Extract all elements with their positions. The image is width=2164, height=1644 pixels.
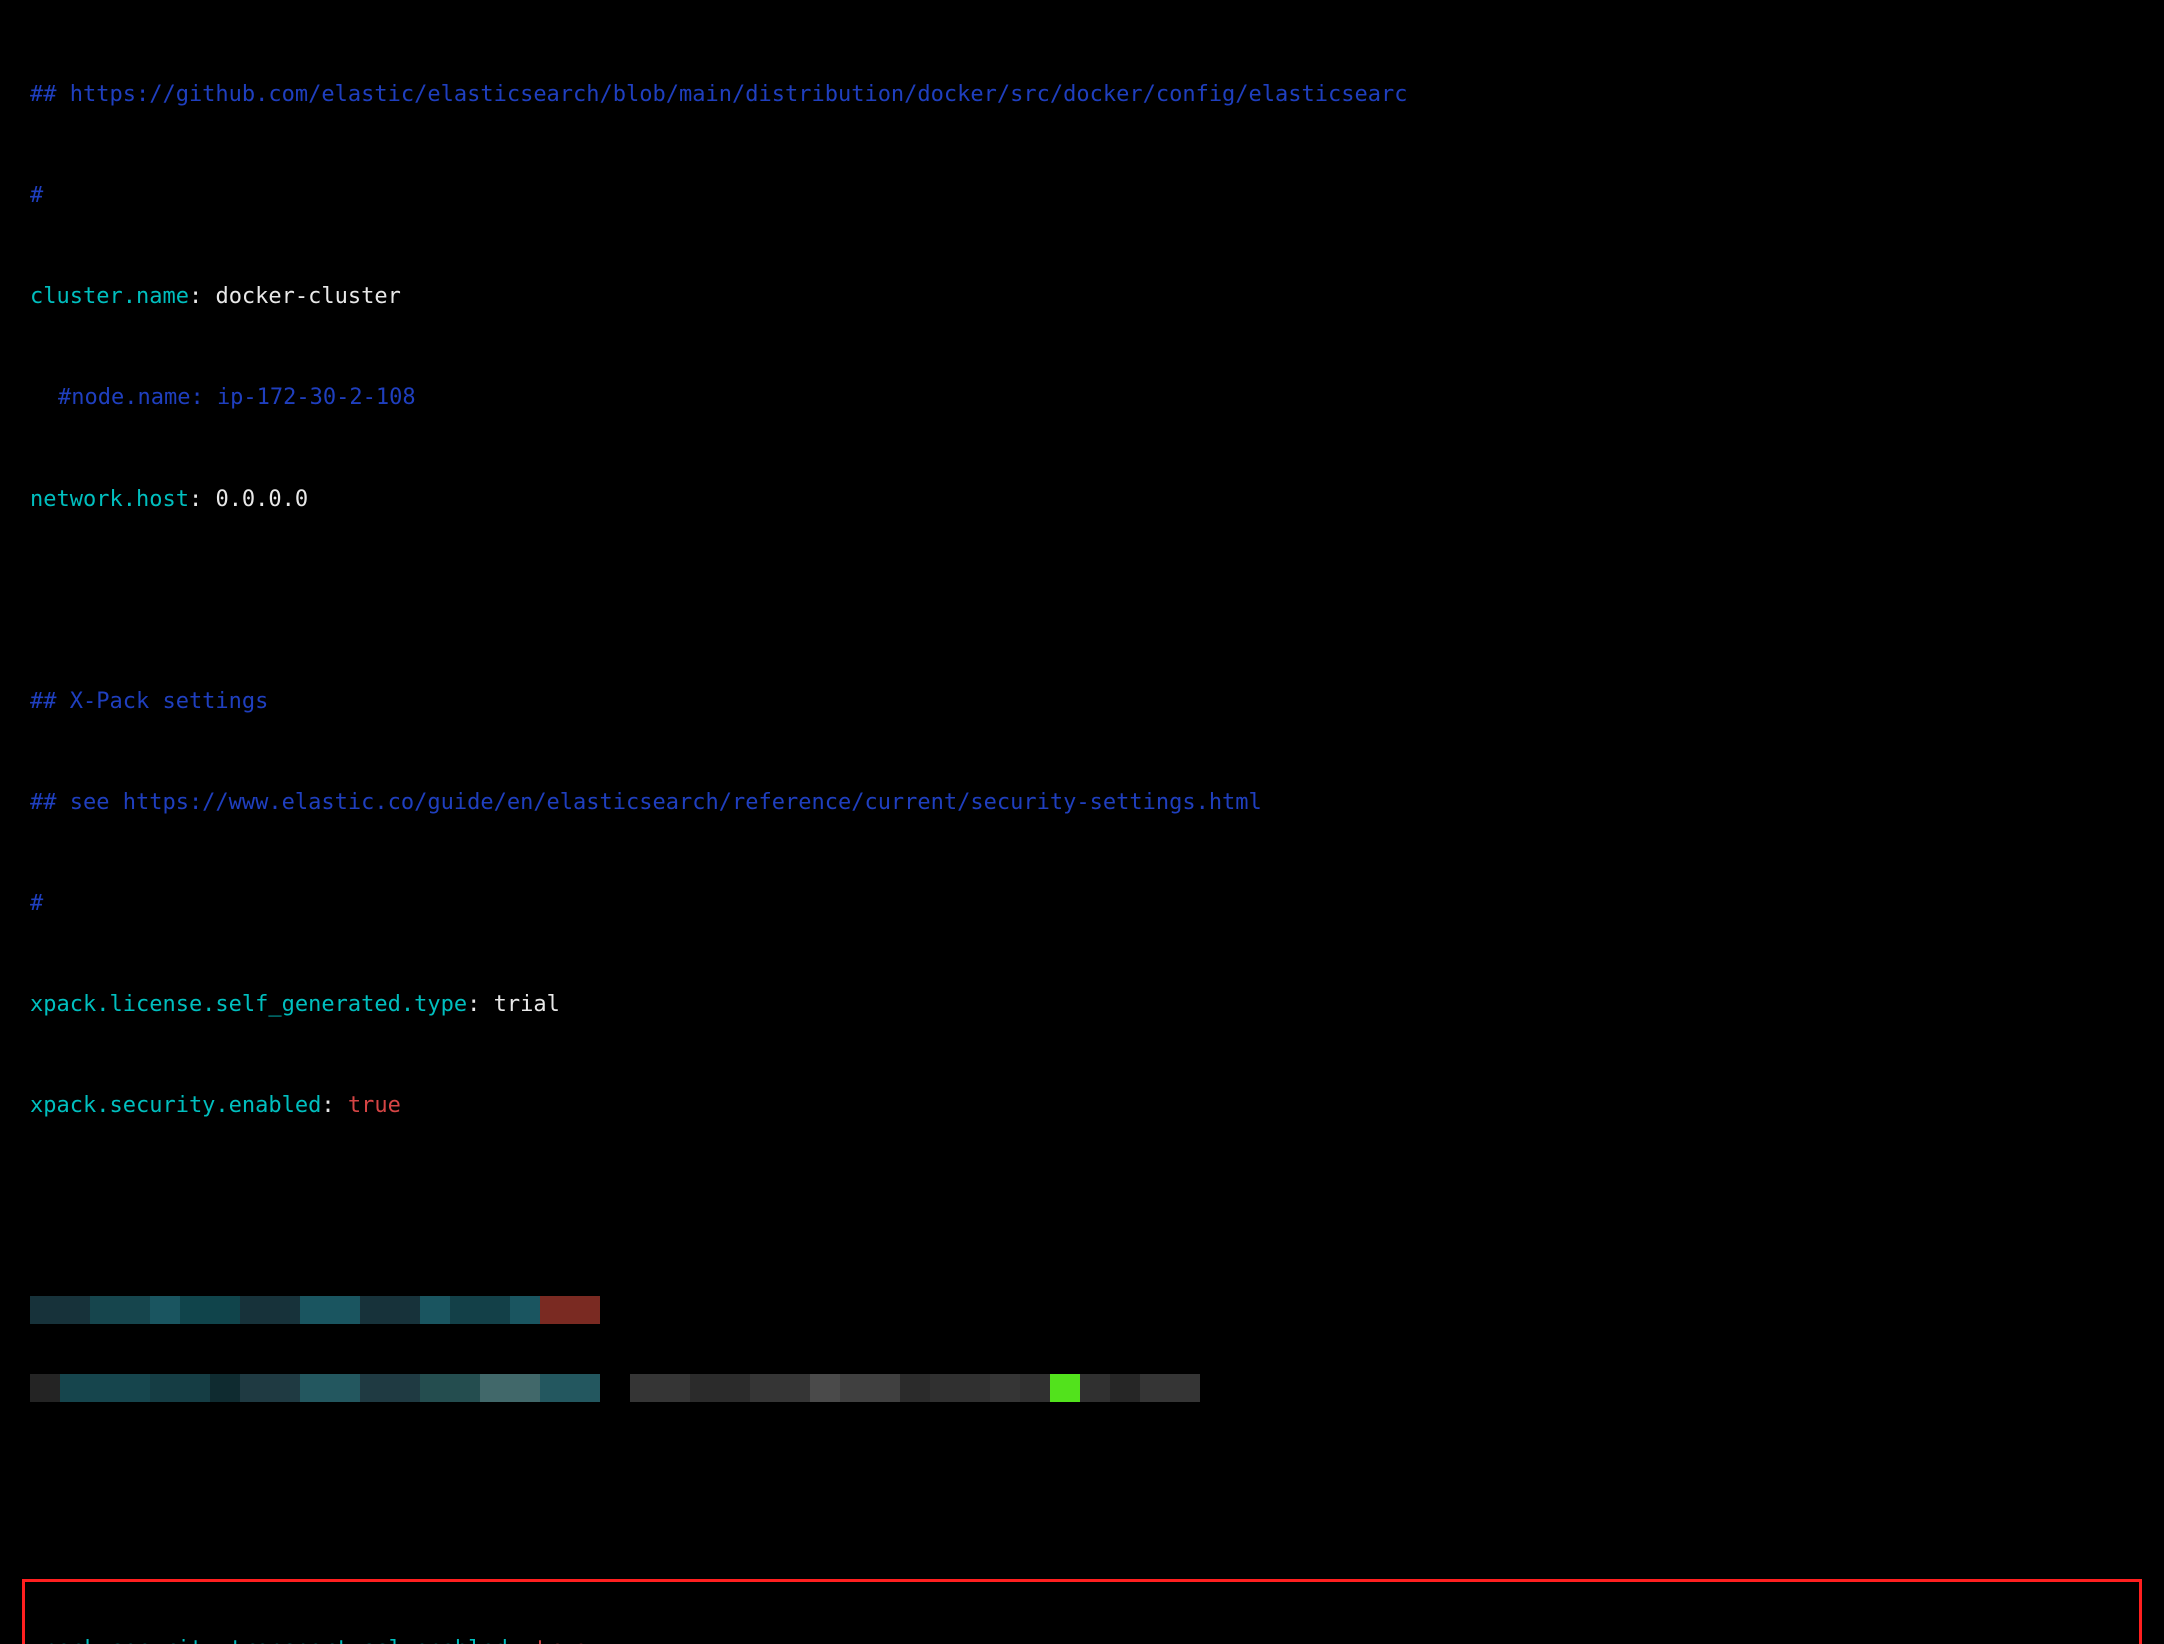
highlight-frame: xpack.security.transport.ssl.enabled: tr…	[22, 1579, 2142, 1644]
redacted-pixel	[540, 1296, 570, 1324]
redacted-pixel	[540, 1374, 570, 1402]
kv-line: network.host: 0.0.0.0	[0, 487, 2164, 512]
redacted-pixel	[120, 1374, 150, 1402]
redacted-pixel	[60, 1296, 90, 1324]
comment-text: ## https://github.com/elastic/elasticsea…	[30, 82, 1408, 107]
comment-line: #node.name: ip-172-30-2-108	[0, 385, 2164, 410]
comment-text: ## see https://www.elastic.co/guide/en/e…	[30, 790, 1262, 815]
comment-line: ## see https://www.elastic.co/guide/en/e…	[0, 790, 2164, 815]
yaml-value: : docker-cluster	[189, 284, 401, 309]
redacted-pixel	[300, 1296, 330, 1324]
redacted-pixel	[300, 1374, 330, 1402]
kv-line: xpack.security.transport.ssl.enabled: tr…	[31, 1637, 2133, 1644]
redacted-pixel	[210, 1296, 240, 1324]
config-terminal: ## https://github.com/elastic/elasticsea…	[0, 0, 2164, 1644]
redacted-pixel	[270, 1296, 300, 1324]
redacted-pixel	[750, 1374, 780, 1402]
comment-text: ## X-Pack settings	[30, 689, 268, 714]
redacted-pixel	[720, 1374, 750, 1402]
yaml-colon: :	[321, 1093, 348, 1118]
redacted-pixel	[420, 1374, 450, 1402]
redacted-pixel	[810, 1374, 840, 1402]
blank-line	[0, 1478, 2164, 1503]
redacted-pixel	[1020, 1374, 1050, 1402]
comment-line: ## https://github.com/elastic/elasticsea…	[0, 82, 2164, 107]
redacted-pixel	[1140, 1374, 1170, 1402]
yaml-key: xpack.license.self_generated.type	[30, 992, 467, 1017]
redacted-pixel	[180, 1374, 210, 1402]
redacted-pixel	[90, 1296, 120, 1324]
redacted-pixel	[90, 1374, 120, 1402]
redacted-pixel	[630, 1374, 660, 1402]
yaml-colon: :	[508, 1637, 535, 1644]
yaml-key: xpack.security.transport.ssl.enabled	[31, 1637, 508, 1644]
redacted-pixel	[180, 1296, 210, 1324]
redacted-pixel	[1110, 1374, 1140, 1402]
redacted-pixel	[450, 1374, 480, 1402]
redacted-pixel	[960, 1374, 990, 1402]
redacted-pixel	[450, 1296, 480, 1324]
blank-line	[0, 1195, 2164, 1220]
blank-line	[0, 588, 2164, 613]
kv-line: xpack.security.enabled: true	[0, 1093, 2164, 1118]
kv-line: cluster.name: docker-cluster	[0, 284, 2164, 309]
comment-line: #	[0, 891, 2164, 916]
redacted-pixel	[390, 1374, 420, 1402]
redacted-pixel	[360, 1296, 390, 1324]
yaml-key: network.host	[30, 487, 189, 512]
redacted-pixel	[600, 1374, 630, 1402]
redacted-pixel	[240, 1296, 270, 1324]
yaml-bool: true	[534, 1637, 587, 1644]
redacted-pixel	[930, 1374, 960, 1402]
redacted-pixel	[840, 1374, 870, 1402]
yaml-key: cluster.name	[30, 284, 189, 309]
redacted-pixel	[660, 1374, 690, 1402]
yaml-bool: true	[348, 1093, 401, 1118]
redacted-pixel	[900, 1374, 930, 1402]
comment-line: ## X-Pack settings	[0, 689, 2164, 714]
redacted-pixel	[150, 1296, 180, 1324]
redacted-row	[0, 1374, 2164, 1402]
redacted-pixel	[330, 1374, 360, 1402]
redacted-row	[0, 1296, 2164, 1324]
redacted-pixel	[570, 1296, 600, 1324]
redacted-pixel	[30, 1296, 60, 1324]
redacted-pixel	[360, 1374, 390, 1402]
redacted-pixel	[510, 1296, 540, 1324]
redacted-pixel	[420, 1296, 450, 1324]
redacted-pixel	[480, 1296, 510, 1324]
redacted-pixel	[210, 1374, 240, 1402]
redacted-pixel	[270, 1374, 300, 1402]
redacted-pixel	[30, 1374, 60, 1402]
comment-text: #	[30, 183, 43, 208]
redacted-pixel	[330, 1296, 360, 1324]
redacted-pixel	[240, 1374, 270, 1402]
redacted-pixel	[510, 1374, 540, 1402]
redacted-pixel	[60, 1374, 90, 1402]
comment-text: #node.name: ip-172-30-2-108	[58, 385, 416, 410]
redacted-pixel	[780, 1374, 810, 1402]
redacted-pixel	[1080, 1374, 1110, 1402]
kv-line: xpack.license.self_generated.type: trial	[0, 992, 2164, 1017]
redacted-pixel	[390, 1296, 420, 1324]
yaml-value: : trial	[467, 992, 560, 1017]
comment-line: #	[0, 183, 2164, 208]
comment-text: #	[30, 891, 43, 916]
redacted-pixel	[1050, 1374, 1080, 1402]
redacted-pixel	[690, 1374, 720, 1402]
redacted-pixel	[150, 1374, 180, 1402]
redacted-pixel	[990, 1374, 1020, 1402]
redacted-pixel	[870, 1374, 900, 1402]
yaml-value: : 0.0.0.0	[189, 487, 308, 512]
redacted-pixel	[1170, 1374, 1200, 1402]
yaml-key: xpack.security.enabled	[30, 1093, 321, 1118]
redacted-pixel	[120, 1296, 150, 1324]
redacted-pixel	[570, 1374, 600, 1402]
redacted-pixel	[480, 1374, 510, 1402]
